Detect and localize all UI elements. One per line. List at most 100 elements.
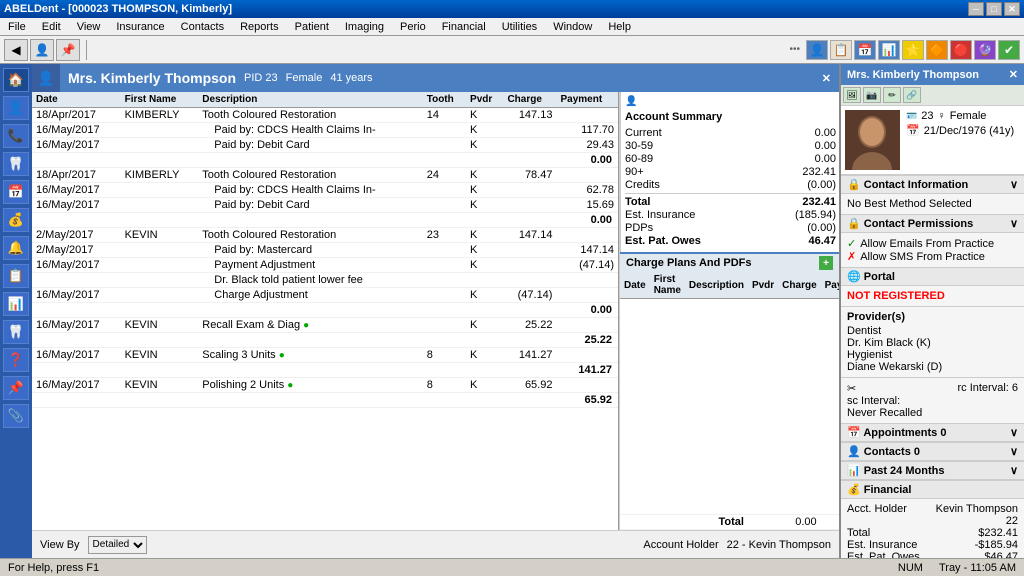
menu-file[interactable]: File: [4, 21, 30, 33]
right-panel: Mrs. Kimberly Thompson ✕ 🖼 📷 ✏ 🔗: [839, 64, 1024, 558]
menu-patient[interactable]: Patient: [291, 21, 333, 33]
sidebar-icon-calendar[interactable]: 📅: [3, 180, 29, 204]
table-row: 16/May/2017 KEVIN Recall Exam & Diag ● K…: [32, 318, 618, 333]
right-action-1[interactable]: 🖼: [843, 87, 861, 103]
sidebar-icon-tooth[interactable]: 🦷: [3, 152, 29, 176]
toolbar-icon-7[interactable]: 🔴: [950, 40, 972, 60]
toolbar-icon-6[interactable]: 🔶: [926, 40, 948, 60]
toolbar-icon-5[interactable]: ⭐: [902, 40, 924, 60]
menu-window[interactable]: Window: [549, 21, 596, 33]
sidebar-icon-bell[interactable]: 🔔: [3, 236, 29, 260]
email-check-icon: ✓: [847, 237, 856, 250]
title-bar: ABELDent - [000023 THOMPSON, Kimberly] ─…: [0, 0, 1024, 18]
patient-age: 41 years: [330, 72, 372, 84]
green-dot: ●: [287, 380, 293, 391]
sidebar-icon-clipboard[interactable]: 📋: [3, 264, 29, 288]
menu-utilities[interactable]: Utilities: [498, 21, 541, 33]
allow-sms: Allow SMS From Practice: [860, 251, 985, 263]
sidebar-icon-chart[interactable]: 📊: [3, 292, 29, 316]
menu-financial[interactable]: Financial: [438, 21, 490, 33]
toolbar-icon-3[interactable]: 📅: [854, 40, 876, 60]
toolbar-pin[interactable]: 📌: [56, 39, 80, 61]
summary-total: Total232.41: [625, 196, 836, 208]
patient-pid: PID 23: [244, 72, 278, 84]
contacts-header[interactable]: 👤 Contacts 0 ∨: [841, 442, 1024, 461]
sidebar-icon-finance[interactable]: 💰: [3, 208, 29, 232]
table-row: 18/Apr/2017 KIMBERLY Tooth Coloured Rest…: [32, 168, 618, 183]
fin-owes-val: $46.47: [984, 551, 1018, 558]
calendar-icon: 📅: [906, 124, 920, 137]
toolbar-icon-4[interactable]: 📊: [878, 40, 900, 60]
toolbar-back[interactable]: ◀: [4, 39, 28, 61]
menu-imaging[interactable]: Imaging: [341, 21, 388, 33]
patient-header: Mrs. Kimberly Thompson PID 23 Female 41 …: [60, 64, 839, 92]
app-title: ABELDent - [000023 THOMPSON, Kimberly]: [4, 3, 232, 15]
toolbar-icon-8[interactable]: 🔮: [974, 40, 996, 60]
group-total-row: 141.27: [32, 363, 618, 378]
left-sidebar: 🏠 👤 📞 🦷 📅 💰 🔔 📋 📊 🦷 ❓ 📌 📎: [0, 64, 32, 558]
gender-icon: ♀: [937, 110, 945, 122]
contact-lock-icon: 🔒: [847, 179, 861, 191]
contact-info-header[interactable]: 🔒 Contact Information ∨: [841, 175, 1024, 194]
menu-insurance[interactable]: Insurance: [112, 21, 168, 33]
toolbar-icon-1[interactable]: 👤: [806, 40, 828, 60]
portal-header: 🌐 Portal: [841, 267, 1024, 286]
menu-perio[interactable]: Perio: [396, 21, 430, 33]
sc-interval: sc Interval:: [847, 395, 1018, 407]
sidebar-icon-clip[interactable]: 📎: [3, 404, 29, 428]
menu-edit[interactable]: Edit: [38, 21, 65, 33]
right-panel-actions: 🖼 📷 ✏ 🔗: [841, 85, 1024, 106]
past24-header[interactable]: 📊 Past 24 Months ∨: [841, 461, 1024, 480]
right-pid: 23: [921, 110, 933, 122]
right-dob: 21/Dec/1976 (41y): [924, 125, 1015, 137]
hygienist-label: Hygienist: [847, 349, 1018, 361]
right-summary-panel: 👤 Account Summary Current0.00 30-590.00 …: [619, 92, 839, 530]
sidebar-icon-pin[interactable]: 📌: [3, 376, 29, 400]
toolbar-icon-2[interactable]: 📋: [830, 40, 852, 60]
menu-view[interactable]: View: [73, 21, 105, 33]
sidebar-icon-phone[interactable]: 📞: [3, 124, 29, 148]
charge-plans-add-btn[interactable]: +: [819, 256, 833, 270]
contact-info-expand[interactable]: ∨: [1010, 178, 1018, 191]
sidebar-icon-help[interactable]: ❓: [3, 348, 29, 372]
portal-content: NOT REGISTERED: [841, 286, 1024, 306]
table-row: 16/May/2017 Payment Adjustment K (47.14): [32, 258, 618, 273]
sidebar-icon-home[interactable]: 🏠: [3, 68, 29, 92]
toolbar-user[interactable]: 👤: [30, 39, 54, 61]
menu-help[interactable]: Help: [604, 21, 635, 33]
contacts-expand[interactable]: ∨: [1010, 445, 1018, 458]
charge-plans-panel: Charge Plans And PDFs + Date First Name …: [620, 252, 839, 530]
header-close-btn[interactable]: ✕: [822, 72, 831, 85]
right-close-icon[interactable]: ✕: [1009, 68, 1018, 81]
permissions-expand[interactable]: ∨: [1010, 217, 1018, 230]
right-action-4[interactable]: 🔗: [903, 87, 921, 103]
ledger-table: Date First Name Description Tooth Pvdr C…: [32, 92, 618, 408]
restore-btn[interactable]: □: [986, 2, 1002, 16]
summary-pdps: PDPs(0.00): [625, 222, 836, 234]
right-action-3[interactable]: ✏: [883, 87, 901, 103]
sidebar-icon-tooth2[interactable]: 🦷: [3, 320, 29, 344]
summary-credits: Credits(0.00): [625, 179, 836, 191]
status-right: NUM Tray - 11:05 AM: [898, 562, 1016, 574]
ledger-panel: Date First Name Description Tooth Pvdr C…: [32, 92, 619, 530]
view-by-select[interactable]: Detailed: [88, 536, 147, 554]
charge-plans-header: Charge Plans And PDFs +: [620, 254, 839, 272]
sidebar-icon-patient[interactable]: 👤: [3, 96, 29, 120]
financial-header[interactable]: 💰 Financial: [841, 480, 1024, 499]
menu-contacts[interactable]: Contacts: [177, 21, 228, 33]
contact-permissions-header[interactable]: 🔒 Contact Permissions ∨: [841, 214, 1024, 233]
fin-owes-lbl: Est. Pat. Owes: [847, 551, 920, 558]
right-gender: Female: [950, 110, 987, 122]
appt-expand[interactable]: ∨: [1010, 426, 1018, 439]
toolbar-separator: [86, 40, 87, 60]
right-action-2[interactable]: 📷: [863, 87, 881, 103]
toolbar-icon-9[interactable]: ✔: [998, 40, 1020, 60]
summary-est-ins: Est. Insurance(185.94): [625, 209, 836, 221]
minimize-btn[interactable]: ─: [968, 2, 984, 16]
appointments-header[interactable]: 📅 Appointments 0 ∨: [841, 423, 1024, 442]
col-tooth: Tooth: [423, 92, 466, 108]
close-btn[interactable]: ✕: [1004, 2, 1020, 16]
window-controls: ─ □ ✕: [968, 2, 1020, 16]
menu-reports[interactable]: Reports: [236, 21, 283, 33]
past24-expand[interactable]: ∨: [1010, 464, 1018, 477]
